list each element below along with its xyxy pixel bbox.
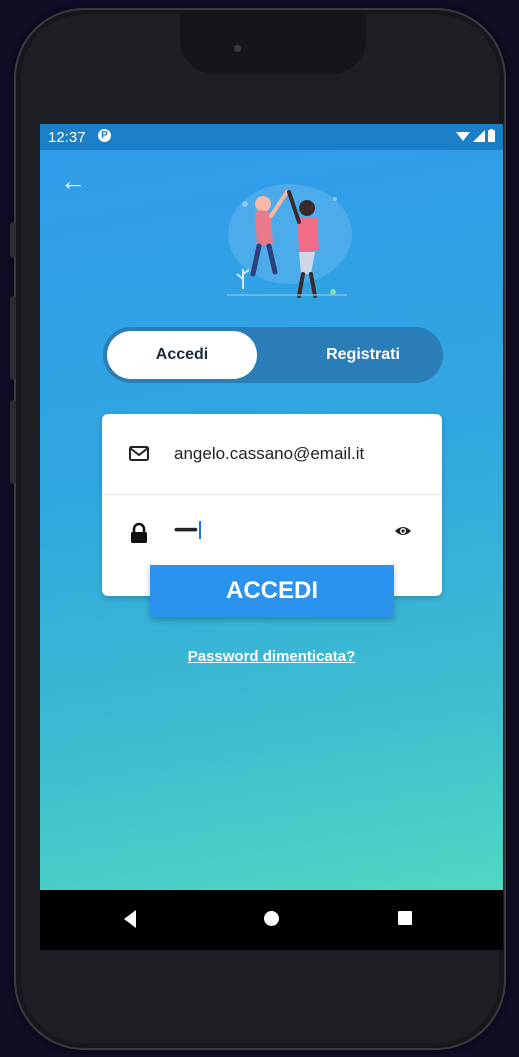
- email-value[interactable]: angelo.cassano@email.it: [174, 444, 364, 464]
- tab-registrati[interactable]: Registrati: [293, 331, 433, 379]
- nav-back-icon[interactable]: [124, 910, 136, 928]
- mail-icon: [129, 446, 149, 461]
- nav-recents-icon[interactable]: [398, 911, 412, 925]
- phone-notch: [180, 14, 366, 74]
- high-five-illustration: [227, 184, 352, 298]
- app-screen: 12:37 P ← Accedi Registrati angelo.cassa…: [40, 124, 503, 890]
- signal-icon: [473, 129, 485, 142]
- password-field[interactable]: •••••••••••: [102, 494, 442, 574]
- front-camera: [234, 45, 241, 52]
- text-caret: [198, 521, 201, 540]
- status-bar: 12:37 P: [40, 124, 503, 150]
- back-arrow-icon[interactable]: ←: [60, 168, 86, 194]
- forgot-password-link[interactable]: Password dimenticata?: [40, 648, 503, 665]
- status-time: 12:37: [48, 129, 86, 146]
- email-field[interactable]: angelo.cassano@email.it: [102, 414, 442, 495]
- wifi-icon: [456, 131, 470, 141]
- password-input[interactable]: •••••••••••: [174, 521, 201, 540]
- nav-home-icon[interactable]: [264, 911, 279, 926]
- battery-icon: [488, 129, 495, 142]
- app-notification-icon: P: [98, 129, 111, 142]
- android-nav-bar: [40, 890, 503, 950]
- tab-accedi[interactable]: Accedi: [107, 331, 257, 379]
- eye-icon[interactable]: [394, 524, 412, 538]
- phone-side-button: [10, 400, 16, 484]
- phone-side-button: [10, 296, 16, 380]
- status-icons: [456, 129, 495, 142]
- phone-side-button: [10, 222, 16, 258]
- accedi-button[interactable]: ACCEDI: [150, 565, 394, 617]
- lock-icon: [131, 522, 147, 543]
- auth-toggle: Accedi Registrati: [103, 327, 443, 383]
- password-value: •••••••••••: [174, 521, 198, 537]
